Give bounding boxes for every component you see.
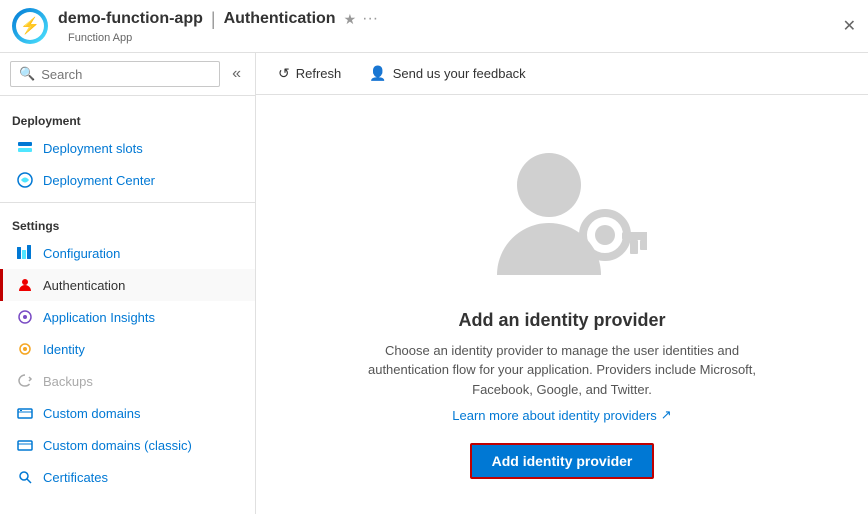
feedback-label: Send us your feedback: [393, 66, 526, 81]
backups-icon: [15, 371, 35, 391]
search-box[interactable]: 🔍: [10, 61, 220, 87]
search-icon: 🔍: [19, 66, 35, 82]
sidebar-search-container: 🔍 «: [0, 53, 255, 96]
certificates-icon: [15, 467, 35, 487]
sidebar-label-authentication: Authentication: [43, 278, 125, 293]
sidebar-label-deployment-slots: Deployment slots: [43, 141, 143, 156]
header-separator: |: [211, 9, 216, 30]
page-header: ⚡ demo-function-app | Authentication ★ ·…: [0, 0, 868, 53]
identity-illustration: [472, 130, 652, 290]
sidebar: 🔍 « Deployment Deployment slots Deployme…: [0, 53, 256, 514]
content-area: ↺ Refresh 👤 Send us your feedback: [256, 53, 868, 514]
custom-domains-icon: [15, 403, 35, 423]
identity-icon: [15, 339, 35, 359]
feedback-button[interactable]: 👤 Send us your feedback: [363, 61, 531, 86]
sidebar-item-identity[interactable]: Identity: [0, 333, 255, 365]
sidebar-label-application-insights: Application Insights: [43, 310, 155, 325]
deployment-center-icon: [15, 170, 35, 190]
add-identity-title: Add an identity provider: [458, 310, 665, 331]
refresh-icon: ↺: [278, 65, 290, 82]
sidebar-item-custom-domains-classic[interactable]: Custom domains (classic): [0, 429, 255, 461]
sidebar-label-custom-domains: Custom domains: [43, 406, 141, 421]
configuration-icon: [15, 243, 35, 263]
external-link-icon: ↗: [661, 407, 672, 423]
feedback-icon: 👤: [369, 65, 386, 82]
sidebar-label-custom-domains-classic: Custom domains (classic): [43, 438, 192, 453]
app-name: demo-function-app: [58, 10, 203, 28]
app-avatar: ⚡: [12, 8, 48, 44]
deployment-slots-icon: [15, 138, 35, 158]
sidebar-item-configuration[interactable]: Configuration: [0, 237, 255, 269]
sidebar-label-backups: Backups: [43, 374, 93, 389]
app-type-label: Function App: [68, 32, 378, 44]
refresh-button[interactable]: ↺ Refresh: [272, 61, 347, 86]
close-button[interactable]: ✕: [843, 16, 856, 36]
main-layout: 🔍 « Deployment Deployment slots Deployme…: [0, 53, 868, 514]
sidebar-nav: Deployment Deployment slots Deployment C…: [0, 96, 255, 514]
add-identity-description: Choose an identity provider to manage th…: [352, 341, 772, 400]
sidebar-label-deployment-center: Deployment Center: [43, 173, 155, 188]
sidebar-label-configuration: Configuration: [43, 246, 120, 261]
add-identity-provider-button[interactable]: Add identity provider: [470, 443, 655, 479]
page-title: Authentication: [224, 10, 336, 28]
favorite-icon[interactable]: ★: [344, 11, 357, 28]
search-input[interactable]: [41, 67, 211, 82]
sidebar-item-deployment-center[interactable]: Deployment Center: [0, 164, 255, 196]
sidebar-item-custom-domains[interactable]: Custom domains: [0, 397, 255, 429]
authentication-icon: [15, 275, 35, 295]
sidebar-item-authentication[interactable]: Authentication: [0, 269, 255, 301]
content-toolbar: ↺ Refresh 👤 Send us your feedback: [256, 53, 868, 95]
section-label-settings: Settings: [0, 209, 255, 237]
header-title-group: demo-function-app | Authentication ★ ···…: [58, 9, 378, 44]
refresh-label: Refresh: [296, 66, 342, 81]
sidebar-item-certificates[interactable]: Certificates: [0, 461, 255, 493]
content-main: Add an identity provider Choose an ident…: [256, 95, 868, 514]
custom-domains-classic-icon: [15, 435, 35, 455]
section-label-deployment: Deployment: [0, 104, 255, 132]
application-insights-icon: [15, 307, 35, 327]
sidebar-collapse-button[interactable]: «: [228, 61, 245, 87]
sidebar-item-backups: Backups: [0, 365, 255, 397]
learn-more-label: Learn more about identity providers: [452, 408, 657, 423]
sidebar-item-deployment-slots[interactable]: Deployment slots: [0, 132, 255, 164]
more-options-icon[interactable]: ···: [362, 10, 378, 28]
sidebar-divider-1: [0, 202, 255, 203]
sidebar-label-certificates: Certificates: [43, 470, 108, 485]
sidebar-item-application-insights[interactable]: Application Insights: [0, 301, 255, 333]
learn-more-link[interactable]: Learn more about identity providers ↗: [452, 407, 671, 423]
sidebar-label-identity: Identity: [43, 342, 85, 357]
